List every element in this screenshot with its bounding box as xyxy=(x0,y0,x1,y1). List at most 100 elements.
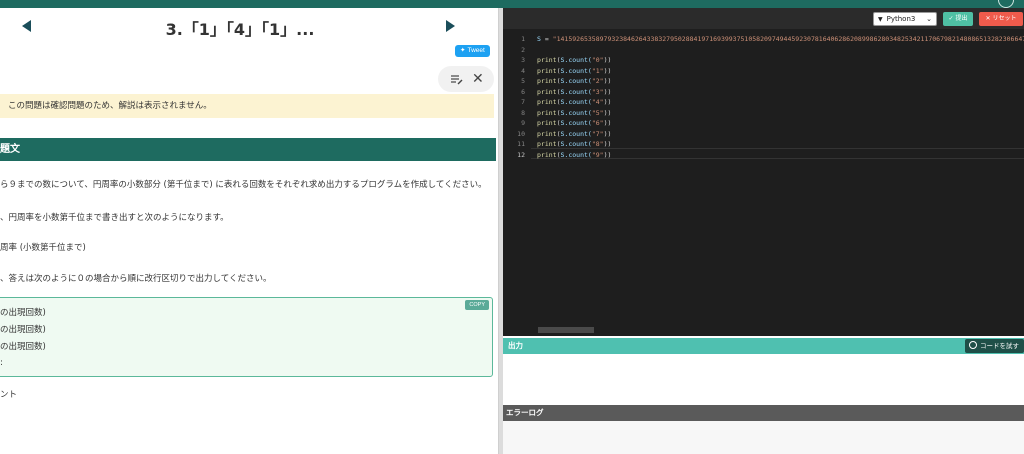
code-fn: print xyxy=(537,140,557,148)
code-arg: S.count( xyxy=(560,119,592,127)
code-arg: S.count( xyxy=(560,140,592,148)
code-close: )) xyxy=(603,119,612,127)
problem-pane: 3.「1」「4」「1」... ✦ Tweet ✕ この問題は確認問題のため、解説は… xyxy=(0,8,498,454)
code-line: print(S.count("6")) xyxy=(537,118,611,128)
prev-problem-icon[interactable] xyxy=(22,20,31,32)
line-number: 6 xyxy=(521,87,525,96)
code-digit: "3" xyxy=(591,87,604,96)
twitter-bird-icon: ✦ xyxy=(460,47,466,54)
horizontal-scrollbar[interactable] xyxy=(538,327,594,333)
tweet-button[interactable]: ✦ Tweet xyxy=(455,45,490,57)
code-digit: "9" xyxy=(591,150,604,159)
output-example-box: COPY の出現回数) の出現回数) の出現回数) : xyxy=(0,297,493,377)
code-line: print(S.count("2")) xyxy=(537,76,611,86)
language-label: Python3 xyxy=(886,15,916,23)
code-line: print(S.count("7")) xyxy=(537,129,611,139)
output-header: 出力 xyxy=(503,338,1024,354)
problem-paragraph-3: 周率 (小数第千位まで) xyxy=(0,243,86,253)
line-number: 10 xyxy=(517,129,525,138)
code-digit: "6" xyxy=(591,119,604,127)
line-gutter: 1 2 3 4 5 6 7 8 9 10 11 12 xyxy=(503,29,531,336)
code-digit: "7" xyxy=(591,129,604,138)
code-arg: S.count( xyxy=(560,150,592,159)
caret-down-icon: ▼ xyxy=(878,16,883,23)
line-number: 3 xyxy=(521,56,525,64)
submit-label: 提出 xyxy=(955,15,968,22)
code-digit: "8" xyxy=(591,140,604,148)
line-number: 1 xyxy=(521,35,525,43)
code-fn: print xyxy=(537,98,557,106)
code-line: print(S.count("4")) xyxy=(537,97,611,107)
line-number: 11 xyxy=(517,140,525,148)
line-number: 5 xyxy=(521,77,525,85)
submit-button[interactable]: ✓ 提出 xyxy=(943,12,973,26)
line-number: 4 xyxy=(521,66,525,75)
code-digit: "5" xyxy=(591,108,604,117)
code-close: )) xyxy=(603,129,612,138)
error-log-area xyxy=(503,421,1024,454)
example-line: の出現回数) xyxy=(0,325,46,335)
next-problem-icon[interactable] xyxy=(446,20,455,32)
hint-heading: ント xyxy=(0,390,18,400)
code-arg: S.count( xyxy=(560,129,592,138)
chevron-down-icon: ⌄ xyxy=(926,15,932,23)
line-number: 7 xyxy=(521,98,525,106)
code-close: )) xyxy=(603,66,612,75)
code-line: print(S.count("8")) xyxy=(537,139,611,149)
edit-list-icon[interactable] xyxy=(450,72,463,86)
check-icon: ✓ xyxy=(948,15,954,22)
problem-paragraph-2: 、円周率を小数第千位まで書き出すと次のようになります。 xyxy=(0,213,229,223)
code-line: print(S.count("1")) xyxy=(537,66,611,76)
code-fn: print xyxy=(537,108,557,117)
code-line: print(S.count("0")) xyxy=(537,55,611,65)
code-close: )) xyxy=(603,77,612,85)
section-heading: 題文 xyxy=(0,138,496,161)
code-fn: print xyxy=(537,150,557,159)
code-fn: print xyxy=(537,129,557,138)
code-arg: S.count( xyxy=(560,77,592,85)
gauge-icon xyxy=(969,341,977,349)
code-arg: S.count( xyxy=(560,87,592,96)
code-fn: print xyxy=(537,119,557,127)
example-line: : xyxy=(0,358,3,368)
try-code-button[interactable]: コードを試す xyxy=(965,339,1024,353)
language-select[interactable]: ▼ Python3 ⌄ xyxy=(873,12,937,26)
tool-group: ✕ xyxy=(438,66,494,92)
code-fn: print xyxy=(537,87,557,96)
try-label: コードを試す xyxy=(980,342,1019,350)
code-close: )) xyxy=(603,140,612,148)
code-fn: print xyxy=(537,66,557,75)
code-editor[interactable]: 1 2 3 4 5 6 7 8 9 10 11 12 S = "14159265… xyxy=(503,29,1024,336)
editor-pane: ▼ Python3 ⌄ ✓ 提出 ✕ リセット 1 2 3 4 5 6 7 8 9… xyxy=(503,8,1024,454)
line-number: 2 xyxy=(521,45,525,54)
editor-toolbar: ▼ Python3 ⌄ ✓ 提出 ✕ リセット xyxy=(503,8,1024,29)
code-op: = xyxy=(540,35,553,43)
code-line: print(S.count("5")) xyxy=(537,108,611,118)
line-number: 9 xyxy=(521,119,525,127)
line-number: 8 xyxy=(521,108,525,117)
code-line: print(S.count("3")) xyxy=(537,87,611,97)
user-icon[interactable] xyxy=(998,0,1014,8)
copy-button[interactable]: COPY xyxy=(465,300,489,310)
code-digit: "2" xyxy=(591,77,604,85)
reset-label: リセット xyxy=(992,15,1017,22)
code-close: )) xyxy=(603,98,612,106)
notice-banner: この問題は確認問題のため、解説は表示されません。 xyxy=(0,94,494,118)
code-close: )) xyxy=(603,108,612,117)
code-fn: print xyxy=(537,77,557,85)
code-arg: S.count( xyxy=(560,66,592,75)
example-line: の出現回数) xyxy=(0,342,46,352)
line-number-active: 12 xyxy=(517,150,525,159)
problem-title: 3.「1」「4」「1」... xyxy=(165,20,315,39)
code-digit: "4" xyxy=(591,98,604,106)
code-fn: print xyxy=(537,56,557,64)
output-area xyxy=(503,354,1024,405)
code-digit: "0" xyxy=(591,56,604,64)
top-bar xyxy=(0,0,1024,8)
tweet-label: Tweet xyxy=(467,47,485,54)
close-icon[interactable]: ✕ xyxy=(472,70,484,88)
code-close: )) xyxy=(603,87,612,96)
reset-button[interactable]: ✕ リセット xyxy=(979,12,1023,26)
error-log-header: エラーログ xyxy=(503,405,1024,421)
code-arg: S.count( xyxy=(560,108,592,117)
